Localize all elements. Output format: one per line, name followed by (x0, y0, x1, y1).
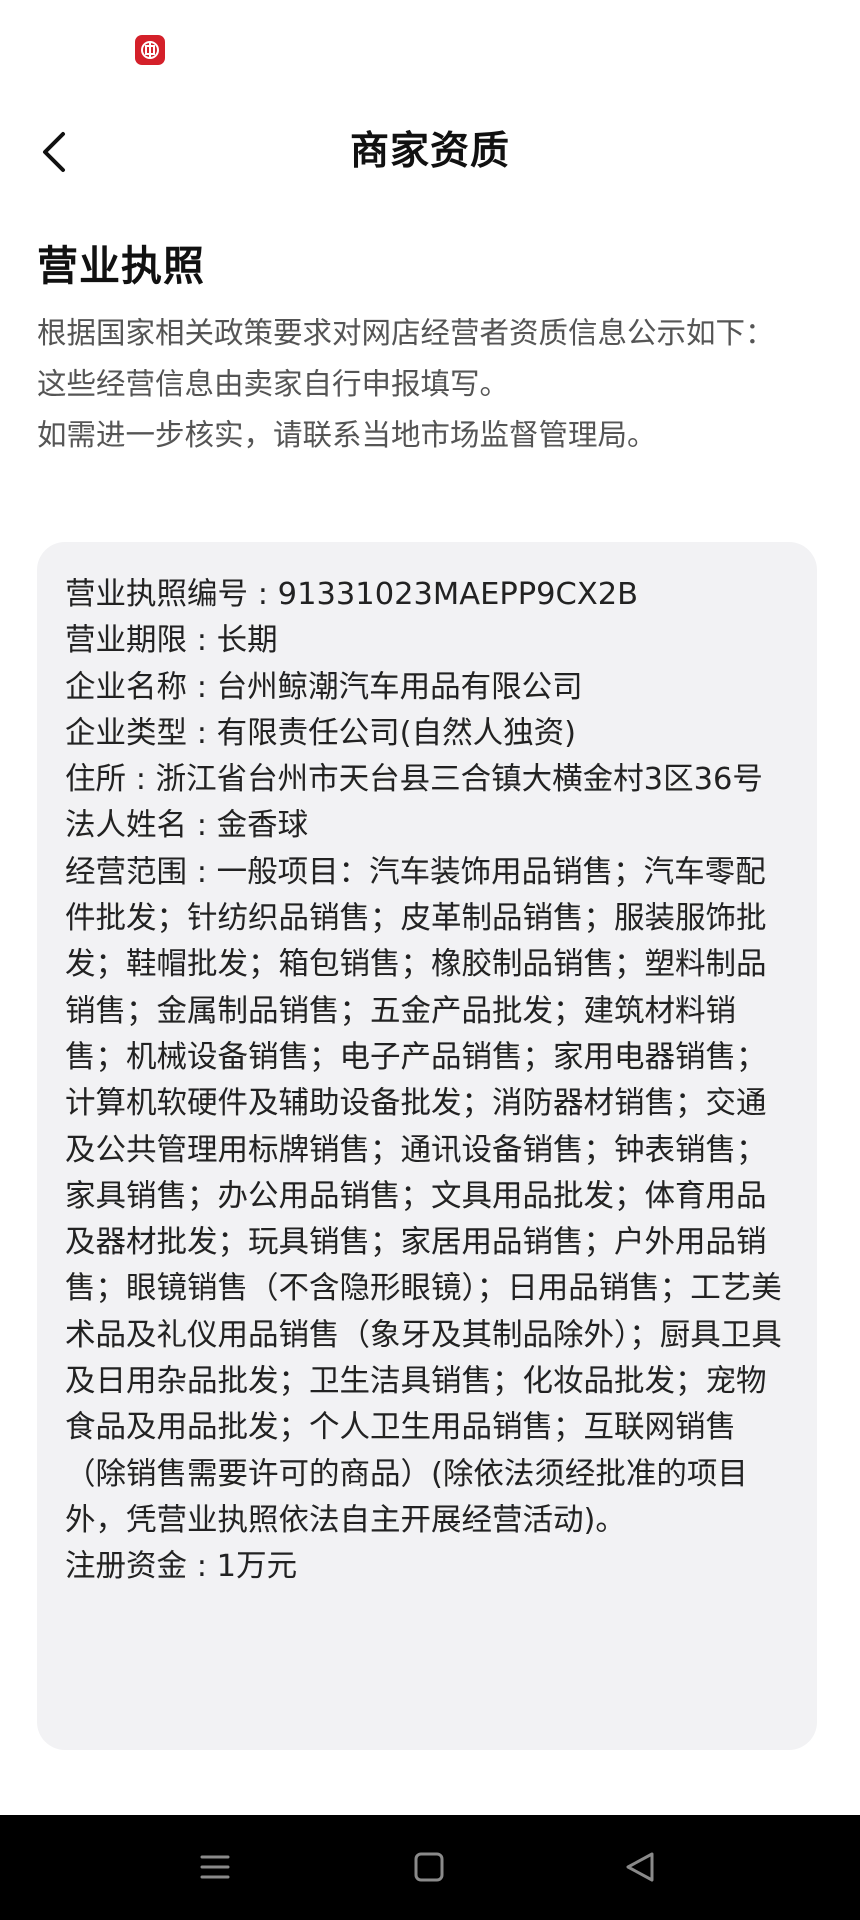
merchant-qualification-page: 商家资质 营业执照 根据国家相关政策要求对网店经营者资质信息公示如下： 这些经营… (0, 0, 860, 1920)
nav-menu-button[interactable] (193, 1845, 237, 1889)
notice-line: 如需进一步核实，请联系当地市场监督管理局。 (37, 418, 657, 452)
notice-line: 这些经营信息由卖家自行申报填写。 (37, 367, 510, 401)
square-home-icon (414, 1852, 444, 1882)
legal-person: 法人姓名 : 金香球 (65, 808, 309, 844)
bank-app-icon (135, 35, 165, 65)
triangle-back-icon (626, 1852, 654, 1882)
menu-icon (200, 1855, 230, 1879)
registered-capital: 注册资金 : 1万元 (65, 1549, 298, 1585)
company-address: 住所 : 浙江省台州市天台县三合镇大横金村3区36号 (65, 762, 763, 798)
header: 商家资质 (0, 110, 860, 194)
business-scope: 经营范围 : 一般项目：汽车装饰用品销售；汽车零配件批发；针纺织品销售；皮革制品… (65, 854, 782, 1538)
nav-back-button[interactable] (618, 1845, 662, 1889)
nav-home-button[interactable] (407, 1845, 451, 1889)
license-number: 营业执照编号 : 91331023MAEPP9CX2B (65, 577, 639, 612)
system-nav-bar (0, 1815, 860, 1920)
page-title: 商家资质 (349, 129, 510, 174)
license-info-card: 营业执照编号 : 91331023MAEPP9CX2B 营业期限 : 长期 企业… (37, 542, 817, 1750)
notice-text: 根据国家相关政策要求对网店经营者资质信息公示如下： 这些经营信息由卖家自行申报填… (37, 308, 797, 461)
section-title: 营业执照 (37, 242, 205, 290)
company-type: 企业类型 : 有限责任公司(自然人独资) (65, 715, 576, 751)
notice-line: 根据国家相关政策要求对网店经营者资质信息公示如下： (37, 316, 775, 350)
status-bar (0, 0, 860, 90)
company-name: 企业名称 : 台州鲸潮汽车用品有限公司 (65, 669, 583, 705)
license-term: 营业期限 : 长期 (65, 623, 278, 659)
